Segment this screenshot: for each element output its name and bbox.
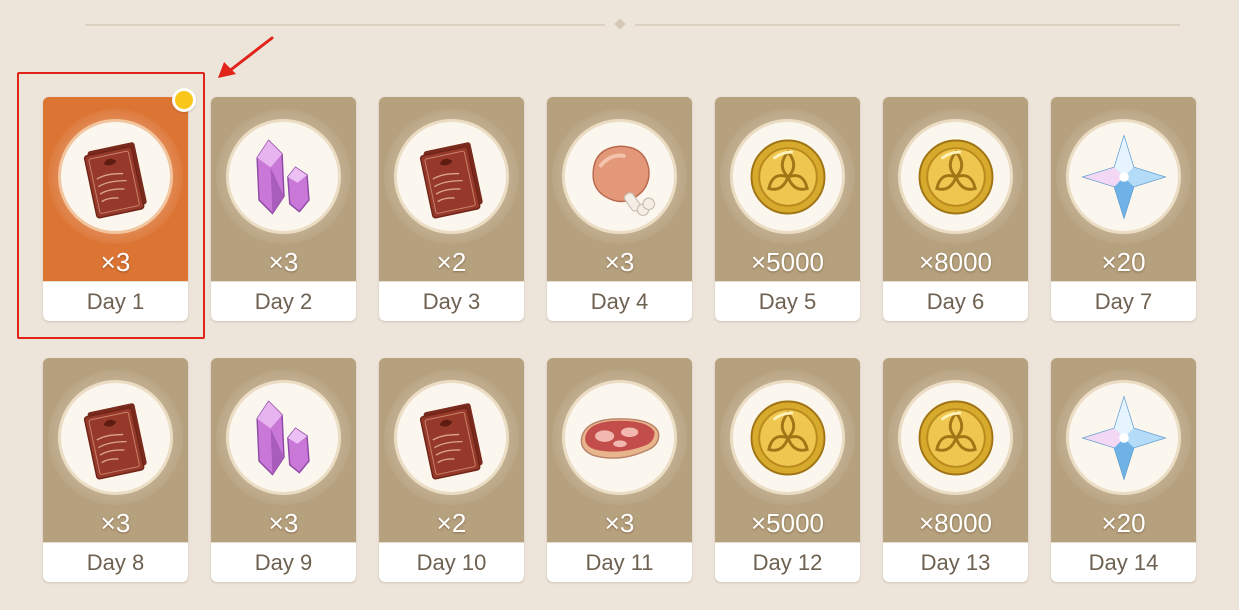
reward-row-week-2: ×3 Day 8 ×3 Day 9 ×2 Day 10 ×3 Day 11 ×5000 D… bbox=[43, 358, 1196, 582]
reward-quantity: ×2 bbox=[436, 247, 467, 277]
mora-coin-icon bbox=[918, 400, 993, 475]
reward-day-label: Day 8 bbox=[43, 542, 188, 582]
primogem-icon bbox=[1080, 394, 1167, 481]
top-divider bbox=[85, 18, 1180, 30]
mora-coin-icon bbox=[918, 139, 993, 214]
day-1-highlight-box bbox=[17, 72, 205, 339]
reward-item-frame bbox=[394, 119, 509, 234]
fowl-meat-icon bbox=[591, 145, 655, 216]
mora-coin-icon bbox=[750, 400, 825, 475]
reward-item-frame bbox=[730, 119, 845, 234]
reward-card-day-4[interactable]: ×3 Day 4 bbox=[547, 97, 692, 321]
reward-card-day-2[interactable]: ×3 Day 2 bbox=[211, 97, 356, 321]
enhancement-ore-icon bbox=[255, 138, 310, 215]
reward-item-frame bbox=[394, 380, 509, 495]
reward-day-label: Day 9 bbox=[211, 542, 356, 582]
reward-day-label: Day 6 bbox=[883, 281, 1028, 321]
reward-day-label: Day 14 bbox=[1051, 542, 1196, 582]
reward-day-label: Day 5 bbox=[715, 281, 860, 321]
reward-quantity: ×20 bbox=[1101, 508, 1146, 538]
character-exp-book-icon bbox=[419, 141, 483, 218]
reward-day-label: Day 2 bbox=[211, 281, 356, 321]
reward-quantity: ×3 bbox=[100, 508, 131, 538]
reward-item-frame bbox=[730, 380, 845, 495]
reward-item-frame bbox=[226, 380, 341, 495]
reward-quantity: ×8000 bbox=[918, 247, 993, 277]
reward-day-label: Day 7 bbox=[1051, 281, 1196, 321]
reward-quantity: ×3 bbox=[268, 247, 299, 277]
reward-item-frame bbox=[1066, 380, 1181, 495]
reward-item-frame bbox=[58, 380, 173, 495]
raw-meat-icon bbox=[580, 417, 659, 459]
reward-item-frame bbox=[898, 380, 1013, 495]
reward-item-frame bbox=[1066, 119, 1181, 234]
reward-day-label: Day 12 bbox=[715, 542, 860, 582]
reward-card-day-12[interactable]: ×5000 Day 12 bbox=[715, 358, 860, 582]
reward-card-day-9[interactable]: ×3 Day 9 bbox=[211, 358, 356, 582]
reward-card-day-5[interactable]: ×5000 Day 5 bbox=[715, 97, 860, 321]
reward-quantity: ×3 bbox=[268, 508, 299, 538]
reward-card-day-7[interactable]: ×20 Day 7 bbox=[1051, 97, 1196, 321]
reward-card-day-3[interactable]: ×2 Day 3 bbox=[379, 97, 524, 321]
pointer-arrow-icon bbox=[218, 36, 274, 78]
reward-day-label: Day 13 bbox=[883, 542, 1028, 582]
reward-card-day-13[interactable]: ×8000 Day 13 bbox=[883, 358, 1028, 582]
reward-quantity: ×5000 bbox=[750, 508, 825, 538]
reward-card-day-14[interactable]: ×20 Day 14 bbox=[1051, 358, 1196, 582]
character-exp-book-icon bbox=[419, 402, 483, 479]
reward-quantity: ×3 bbox=[604, 508, 635, 538]
reward-card-day-10[interactable]: ×2 Day 10 bbox=[379, 358, 524, 582]
reward-item-frame bbox=[898, 119, 1013, 234]
reward-card-day-11[interactable]: ×3 Day 11 bbox=[547, 358, 692, 582]
reward-row-week-1: ×3 Day 1 ×3 Day 2 ×2 Day 3 ×3 Day 4 ×5000 Day… bbox=[43, 97, 1196, 321]
reward-card-day-8[interactable]: ×3 Day 8 bbox=[43, 358, 188, 582]
reward-day-label: Day 10 bbox=[379, 542, 524, 582]
reward-day-label: Day 11 bbox=[547, 542, 692, 582]
reward-day-label: Day 3 bbox=[379, 281, 524, 321]
reward-quantity: ×8000 bbox=[918, 508, 993, 538]
reward-quantity: ×5000 bbox=[750, 247, 825, 277]
reward-quantity: ×3 bbox=[604, 247, 635, 277]
reward-item-frame bbox=[226, 119, 341, 234]
reward-quantity: ×2 bbox=[436, 508, 467, 538]
reward-item-frame bbox=[562, 119, 677, 234]
reward-item-frame bbox=[562, 380, 677, 495]
divider-diamond-icon bbox=[614, 18, 626, 30]
reward-day-label: Day 4 bbox=[547, 281, 692, 321]
reward-quantity: ×20 bbox=[1101, 247, 1146, 277]
primogem-icon bbox=[1080, 133, 1167, 220]
mora-coin-icon bbox=[750, 139, 825, 214]
claimable-dot-icon bbox=[172, 88, 196, 112]
enhancement-ore-icon bbox=[255, 399, 310, 476]
character-exp-book-icon bbox=[83, 402, 147, 479]
reward-card-day-6[interactable]: ×8000 Day 6 bbox=[883, 97, 1028, 321]
